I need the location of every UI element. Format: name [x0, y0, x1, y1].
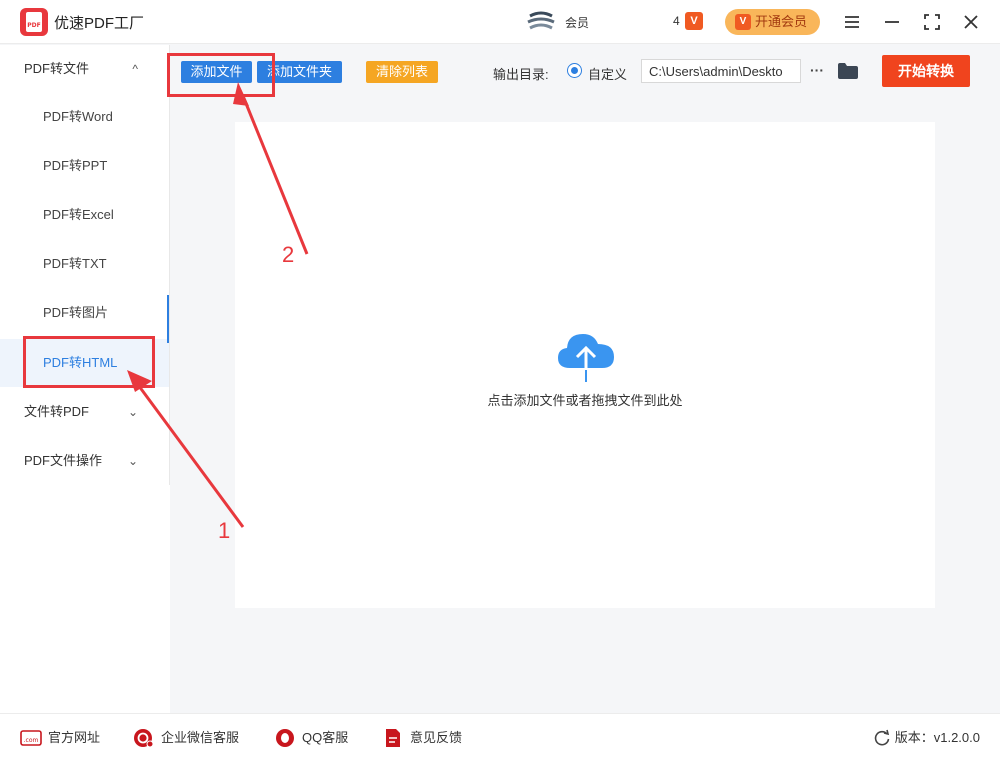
- annotation-label-2: 2: [282, 242, 295, 267]
- chevron-up-icon: ^: [132, 62, 138, 76]
- sidebar-item-pdf-to-word[interactable]: PDF转Word: [0, 93, 170, 141]
- sidebar-item-label: PDF转Excel: [43, 207, 114, 222]
- sidebar-group-label: PDF转文件: [24, 61, 90, 76]
- open-vip-button[interactable]: V 开通会员: [725, 9, 820, 35]
- cloud-upload-icon: [558, 334, 614, 382]
- feedback-label: 意见反馈: [410, 730, 463, 745]
- annotation-box-add-file: [167, 53, 275, 97]
- annotation-box-pdf-to-html: [23, 336, 155, 388]
- maximize-icon[interactable]: [920, 10, 944, 34]
- sidebar-item-label: PDF转Word: [43, 109, 113, 124]
- wechat-support-link[interactable]: 企业微信客服: [133, 728, 239, 748]
- browse-more-button[interactable]: ···: [806, 60, 828, 82]
- vip-count: 4: [673, 14, 680, 28]
- sidebar-item-pdf-to-txt[interactable]: PDF转TXT: [0, 240, 170, 288]
- user-name[interactable]: 会员: [565, 14, 589, 31]
- sidebar-item-label: PDF转PPT: [43, 158, 108, 173]
- svg-text:.com: .com: [24, 737, 39, 744]
- sidebar-item-label: PDF转图片: [43, 305, 109, 320]
- app-logo: PDF: [20, 8, 48, 36]
- custom-dir-radio-label[interactable]: 自定义: [588, 64, 627, 83]
- vip-mark-icon: V: [685, 12, 703, 30]
- version-label: 版本：v1.2.0.0: [894, 730, 980, 745]
- version-info[interactable]: 版本：v1.2.0.0: [873, 728, 980, 748]
- sidebar-group-label: 文件转PDF: [24, 404, 90, 419]
- website-label: 官方网址: [48, 730, 101, 745]
- sidebar-divider: [169, 45, 170, 485]
- start-convert-button[interactable]: 开始转换: [882, 55, 970, 87]
- app-logo-text: PDF: [27, 22, 41, 29]
- website-link[interactable]: .com 官方网址: [20, 728, 100, 748]
- output-dir-label: 输出目录:: [493, 67, 549, 82]
- qq-support-link[interactable]: QQ客服: [274, 728, 348, 748]
- refresh-icon: [874, 729, 890, 746]
- sidebar-item-label: PDF转TXT: [43, 256, 107, 271]
- wechat-icon: [134, 729, 154, 748]
- wechat-support-label: 企业微信客服: [161, 730, 240, 745]
- qq-support-label: QQ客服: [302, 730, 349, 745]
- file-drop-area[interactable]: 点击添加文件或者拖拽文件到此处: [235, 122, 935, 608]
- chevron-down-icon: ⌄: [127, 405, 138, 419]
- website-icon: .com: [20, 730, 42, 746]
- close-icon[interactable]: [959, 10, 983, 34]
- menu-icon[interactable]: [840, 10, 864, 34]
- folder-icon[interactable]: [837, 61, 859, 81]
- output-path-input[interactable]: [641, 59, 801, 83]
- drop-hint-text: 点击添加文件或者拖拽文件到此处: [487, 393, 683, 408]
- sidebar-group-file-to-pdf[interactable]: 文件转PDF ⌄: [0, 388, 170, 436]
- sidebar-item-pdf-to-ppt[interactable]: PDF转PPT: [0, 142, 170, 190]
- feedback-icon: [386, 729, 400, 747]
- footer: .com 官方网址 企业微信客服 QQ客服 意见反馈 版本：v1.2.0.0: [0, 713, 1000, 760]
- custom-dir-radio[interactable]: [567, 63, 582, 78]
- sidebar-item-pdf-to-excel[interactable]: PDF转Excel: [0, 191, 170, 239]
- vip-badge-icon: V: [735, 14, 751, 30]
- sidebar-item-pdf-to-image[interactable]: PDF转图片: [0, 289, 170, 337]
- qq-icon: [276, 729, 294, 747]
- chevron-down-icon: ⌄: [127, 454, 138, 468]
- title-bar: PDF 优速PDF工厂 会员 4 V V 开通会员: [0, 0, 1000, 44]
- app-title: 优速PDF工厂: [54, 15, 145, 32]
- open-vip-label: 开通会员: [755, 14, 808, 29]
- sidebar-group-pdf-operations[interactable]: PDF文件操作 ⌄: [0, 437, 170, 485]
- clear-list-button[interactable]: 清除列表: [366, 61, 438, 83]
- feedback-link[interactable]: 意见反馈: [382, 728, 462, 748]
- user-avatar-icon[interactable]: [526, 10, 556, 34]
- minimize-icon[interactable]: [880, 10, 904, 34]
- sidebar-group-pdf-to-file[interactable]: PDF转文件 ^: [0, 45, 170, 93]
- sidebar-group-label: PDF文件操作: [24, 453, 103, 468]
- annotation-label-1: 1: [218, 518, 231, 543]
